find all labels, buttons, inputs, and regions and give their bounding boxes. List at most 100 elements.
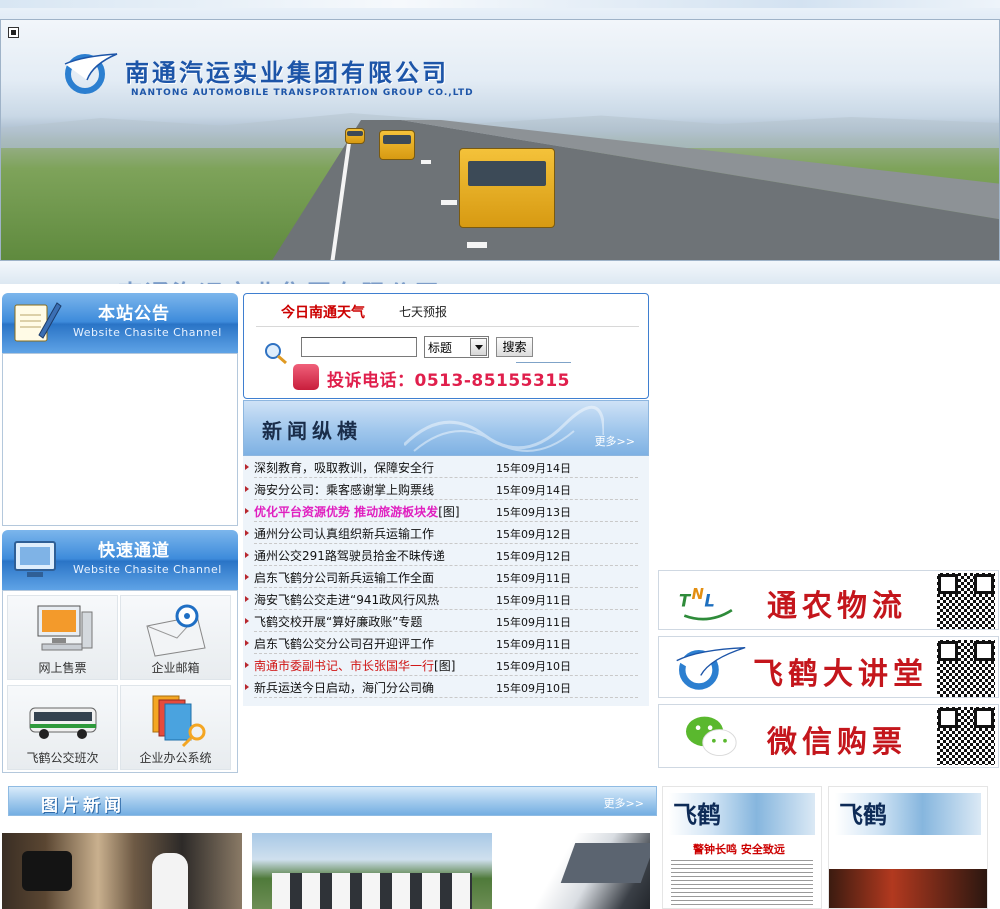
quick-tile-email[interactable]: 企业邮箱 [120,595,231,680]
news-item-date: 15年09月13日 [496,506,571,519]
top-decor-strip [0,0,1000,8]
quick-header: 快速通道 Website Chasite Channel [2,530,238,590]
news-item-title[interactable]: 通州分公司认真组织新兵运输工作 [254,525,434,542]
news-photo-interview[interactable] [2,833,242,909]
qr-code-icon [937,573,995,629]
highway-photo: 南通汽运实业集团有限公司 NANTONG AUTOMOBILE TRANSPOR… [0,19,1000,261]
weather-today-link[interactable]: 今日南通天气 [281,302,365,322]
bus-far [345,128,365,144]
photo-camera-shape [22,851,72,891]
bus-near [459,148,555,228]
quick-tile-label: 飞鹤公交班次 [26,751,99,765]
news-item-title[interactable]: 通州公交291路驾驶员拾金不昧传递 [254,547,445,564]
news-item-title[interactable]: 南通市委副书记、市长张国华一行[图] [254,657,455,674]
search-field-value: 标题 [428,341,453,355]
news-item-title[interactable]: 海安分公司：乘客感谢掌上购票线 [254,481,434,498]
announce-title: 本站公告 [98,304,170,324]
banner-wechat-ticketing[interactable]: 微信购票 [658,704,999,768]
news-item-title[interactable]: 深刻教育，吸取教训，保障安全行 [254,459,434,476]
news-photo-bus[interactable] [498,833,650,909]
news-item-title-text: 通州公交291路驾驶员拾金不昧传递 [254,549,445,563]
header-banner: 南通汽运实业集团有限公司 NANTONG AUTOMOBILE TRANSPOR… [0,0,1000,284]
banner-feihe-lecture[interactable]: 飞鹤大讲堂 [658,636,999,698]
search-button[interactable]: 搜索 [496,337,533,357]
wechat-icon [686,716,737,757]
bullet-arrow-icon [245,662,249,668]
announce-header: 本站公告 Website Chasite Channel [2,293,238,353]
search-field-select[interactable]: 标题 [424,336,489,358]
monitor-icon [14,541,56,577]
news-item[interactable]: 海安分公司：乘客感谢掌上购票线 15年09月14日 [243,478,643,500]
picture-news-more-link[interactable]: 更多>> [604,795,644,811]
envelope-icon [145,604,206,657]
weather-forecast-link[interactable]: 七天预报 [399,303,447,320]
news-item-date: 15年09月11日 [496,638,571,651]
news-item-title[interactable]: 海安飞鹤公交走进“941政风行风热 [254,591,439,608]
bullet-arrow-icon [245,596,249,602]
news-item-image-tag: [图] [434,659,456,673]
announce-subtitle: Website Chasite Channel [73,326,222,339]
quick-tile-bus-schedule[interactable]: 飞鹤公交班次 [7,685,118,770]
news-item-date: 15年09月11日 [496,616,571,629]
newspaper-cover-photo [829,869,987,908]
banner-text: 飞鹤大讲堂 [753,657,928,692]
newspaper-issue[interactable]: 飞鹤 [828,786,988,909]
news-photo-inspection[interactable] [252,833,492,909]
news-item[interactable]: 启东飞鹤公交分公司召开迎评工作 15年09月11日 [243,632,643,654]
quick-tile-label: 企业办公系统 [139,751,212,765]
news-item-title-text: 飞鹤交校开展“算好廉政账”专题 [254,615,423,629]
news-item-title[interactable]: 飞鹤交校开展“算好廉政账”专题 [254,613,422,630]
quick-subtitle: Website Chasite Channel [73,563,222,576]
bullet-arrow-icon [245,508,249,514]
bullet-arrow-icon [245,574,249,580]
weather-search-panel: 今日南通天气 七天预报 标题 搜索 投诉电话：0513-85155315 [243,293,649,399]
newspaper-issue[interactable]: 飞鹤 警钟长鸣 安全致远 [662,786,822,909]
news-item-title-text: 海安飞鹤公交走进“941政风行风热 [254,593,440,607]
news-item[interactable]: 通州公交291路驾驶员拾金不昧传递 15年09月12日 [243,544,643,566]
news-item-title[interactable]: 启东飞鹤公交分公司召开迎评工作 [254,635,434,652]
news-list: 深刻教育，吸取教训，保障安全行 15年09月14日 海安分公司：乘客感谢掌上购票线 1… [243,456,649,706]
banner-toggle-button[interactable] [8,27,19,38]
picture-news-title: 图片新闻 [41,796,125,816]
news-title: 新闻纵横 [262,419,362,443]
news-item[interactable]: 飞鹤交校开展“算好廉政账”专题 15年09月11日 [243,610,643,632]
quick-tile-office-system[interactable]: 企业办公系统 [120,685,231,770]
news-item-title-text: 启东飞鹤分公司新兵运输工作全面 [254,571,435,585]
computer-icon [37,605,92,651]
bullet-arrow-icon [245,618,249,624]
banner-tongnong-logistics[interactable]: T N L 通农物流 [658,570,999,630]
newspaper-logo: 飞鹤 [673,800,721,829]
news-item[interactable]: 启东飞鹤分公司新兵运输工作全面 15年09月11日 [243,566,643,588]
company-name-cn: 南通汽运实业集团有限公司 [125,59,449,87]
svg-text:T: T [679,591,692,610]
phone-icon [293,364,319,390]
news-item-title[interactable]: 新兵运送今日启动，海门分公司确 [254,679,434,696]
news-item[interactable]: 深刻教育，吸取教训，保障安全行 15年09月14日 [243,456,643,478]
news-item-title[interactable]: 优化平台资源优势 推动旅游板块发[图] [254,503,460,520]
news-item[interactable]: 通州分公司认真组织新兵运输工作 15年09月12日 [243,522,643,544]
news-item-title[interactable]: 启东飞鹤分公司新兵运输工作全面 [254,569,434,586]
news-item-title-text: 海安分公司：乘客感谢掌上购票线 [254,483,435,497]
news-item-date: 15年09月10日 [496,660,571,673]
news-item[interactable]: 海安飞鹤公交走进“941政风行风热 15年09月11日 [243,588,643,610]
quick-tile-ticketing[interactable]: 网上售票 [7,595,118,680]
chevron-down-icon [470,338,487,356]
news-item-title-text: 新兵运送今日启动，海门分公司确 [254,681,435,695]
news-item[interactable]: 南通市委副书记、市长张国华一行[图] 15年09月10日 [243,654,643,676]
news-more-link[interactable]: 更多>> [595,433,635,449]
photo-person-shape [152,853,188,909]
complaint-hotline: 投诉电话：0513-85155315 [327,371,570,391]
news-item-date: 15年09月11日 [496,594,571,607]
announce-body [2,353,238,526]
crane-logo-icon [64,53,118,94]
news-item[interactable]: 优化平台资源优势 推动旅游板块发[图] 15年09月13日 [243,500,643,522]
news-item-date: 15年09月10日 [496,682,571,695]
picture-news-header: 图片新闻 更多>> [8,786,657,816]
news-item-date: 15年09月14日 [496,462,571,475]
search-input[interactable] [301,337,417,357]
notepad-pen-icon [14,302,62,342]
news-item[interactable]: 新兵运送今日启动，海门分公司确 15年09月10日 [243,676,643,698]
news-item-date: 15年09月12日 [496,528,571,541]
row-divider [254,697,638,698]
newspaper-headline: 警钟长鸣 安全致远 [693,843,785,856]
